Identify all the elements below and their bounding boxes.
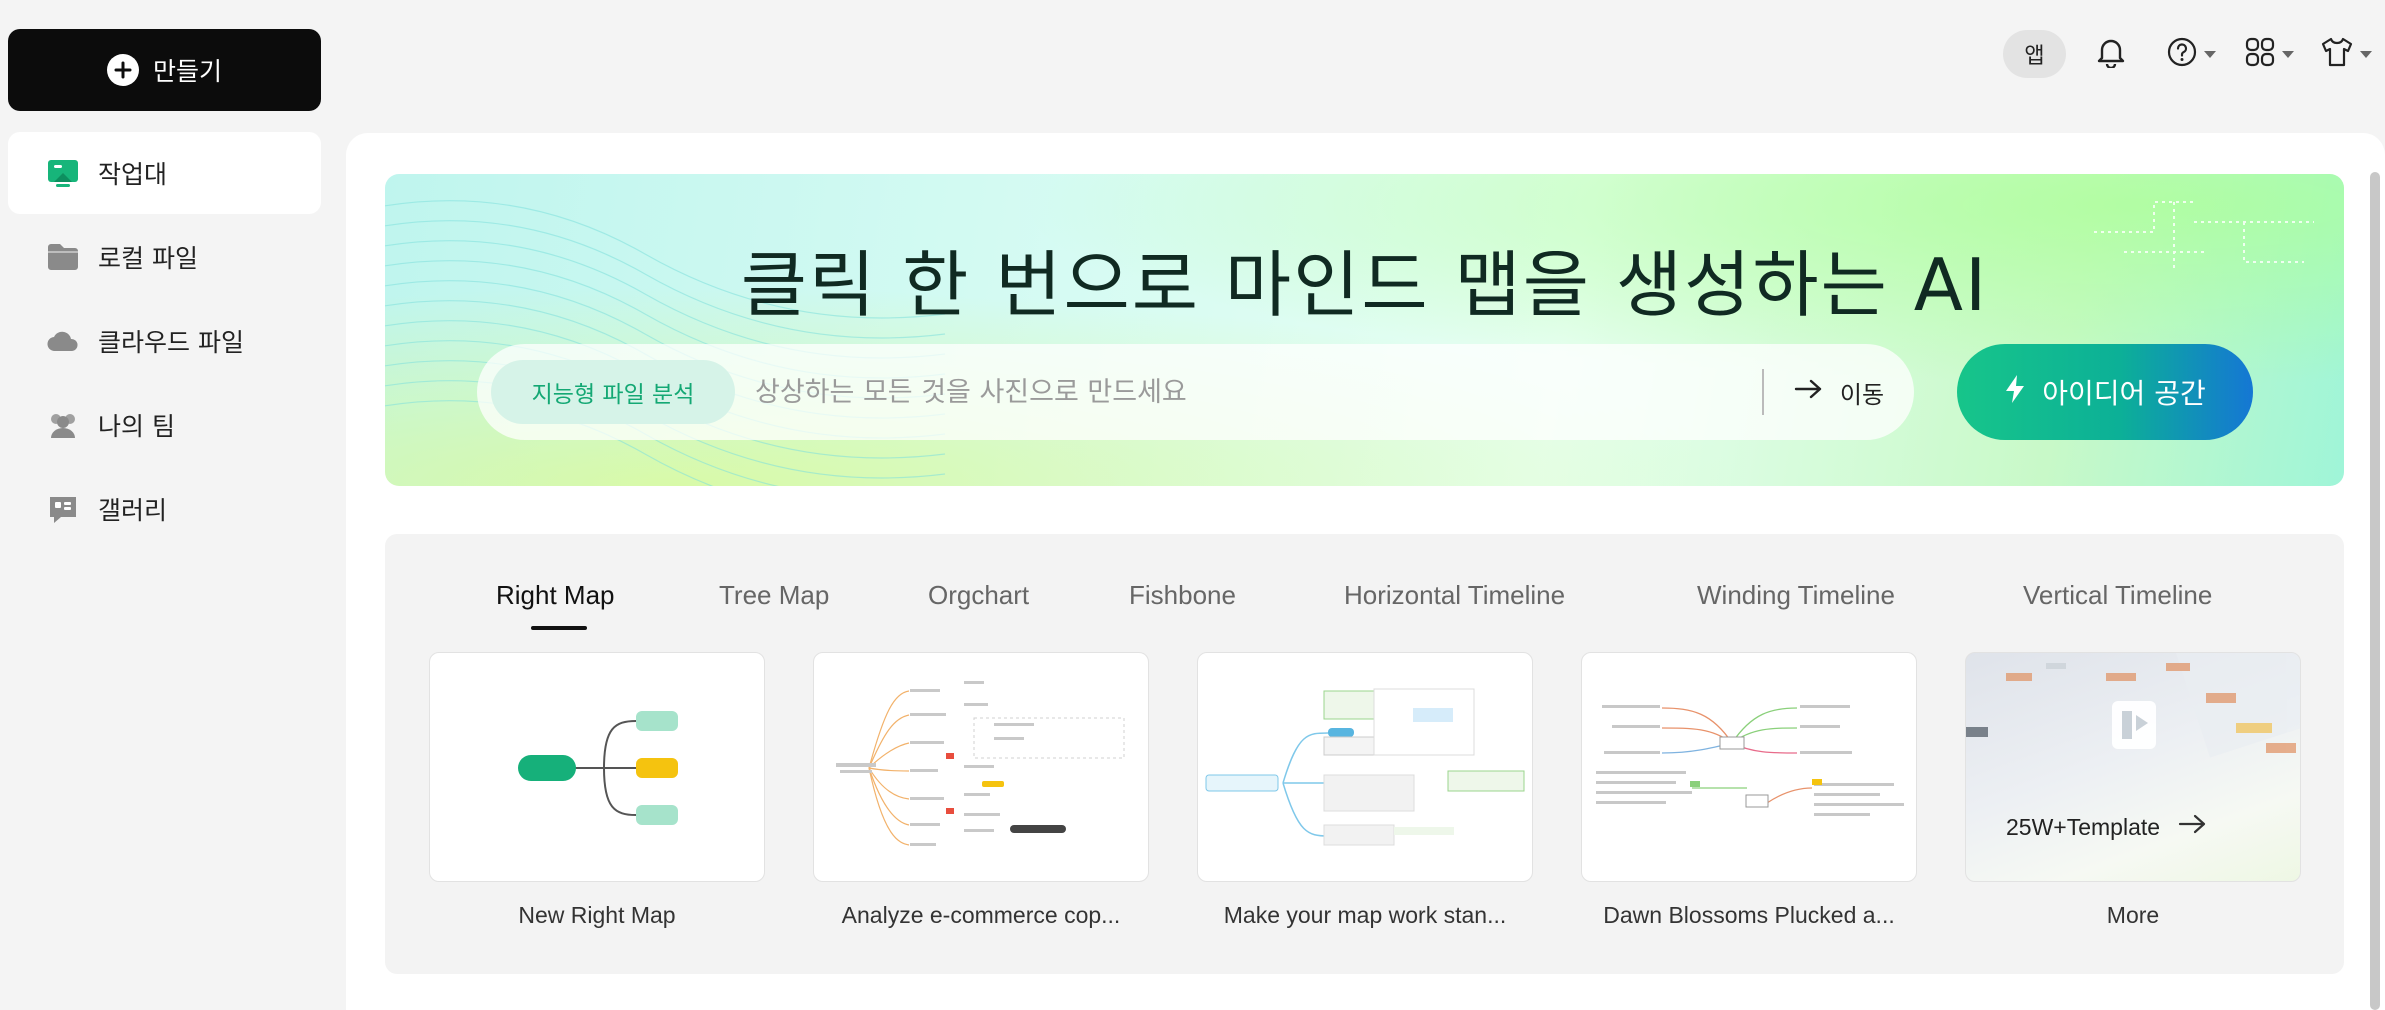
scrollbar[interactable] xyxy=(2370,172,2380,1010)
sidebar-item-gallery[interactable]: 갤러리 xyxy=(8,468,321,550)
template-card-label: Make your map work stan... xyxy=(1223,902,1507,928)
tab-right-map[interactable]: Right Map xyxy=(496,580,615,611)
shirt-icon xyxy=(2320,36,2354,72)
mindmap-preview xyxy=(1596,705,1904,816)
bell-icon xyxy=(2096,36,2126,72)
sidebar-item-workbench[interactable]: 작업대 xyxy=(8,132,321,214)
go-button[interactable]: 이동 xyxy=(1764,375,1914,410)
plus-icon xyxy=(106,54,139,86)
sidebar-nav: 작업대 로컬 파일 클라우드 파일 나의 팀 갤러리 xyxy=(8,132,321,552)
folder-icon xyxy=(46,240,80,274)
ai-prompt-input[interactable] xyxy=(755,362,1762,422)
sidebar-item-cloud-files[interactable]: 클라우드 파일 xyxy=(8,300,321,382)
template-collage-decoration xyxy=(1966,653,2300,758)
help-icon xyxy=(2166,36,2198,72)
active-tab-indicator xyxy=(531,626,587,630)
apps-button[interactable] xyxy=(2244,36,2294,72)
template-card-label: Analyze e-commerce cop... xyxy=(841,902,1121,928)
sidebar-item-local-files[interactable]: 로컬 파일 xyxy=(8,216,321,298)
template-section: Right Map Tree Map Orgchart Fishbone Hor… xyxy=(385,534,2344,974)
ai-banner: 클릭 한 번으로 마인드 맵을 생성하는 AI 지능형 파일 분석 이동 아이디… xyxy=(385,174,2344,486)
chevron-down-icon xyxy=(2360,50,2372,58)
template-card-new-right-map[interactable] xyxy=(429,652,765,882)
mindmap-preview xyxy=(836,681,1125,846)
theme-button[interactable] xyxy=(2320,36,2372,72)
sidebar-item-label: 갤러리 xyxy=(98,496,168,525)
chevron-down-icon xyxy=(2204,50,2216,58)
sidebar-item-label: 클라우드 파일 xyxy=(98,328,244,357)
right-map-preview xyxy=(518,711,678,825)
tab-tree-map[interactable]: Tree Map xyxy=(719,580,829,611)
arrow-right-icon xyxy=(2178,813,2208,841)
idea-space-label: 아이디어 공간 xyxy=(2042,377,2206,410)
template-card-ecommerce[interactable] xyxy=(813,652,1149,882)
app-button[interactable]: 앱 xyxy=(2003,30,2066,78)
chevron-down-icon xyxy=(2282,50,2294,58)
ai-search-box: 지능형 파일 분석 이동 xyxy=(477,344,1914,440)
create-button-label: 만들기 xyxy=(152,57,222,86)
gallery-icon xyxy=(46,492,80,526)
template-card-label: New Right Map xyxy=(518,902,676,928)
template-card-more[interactable]: 25W+Template xyxy=(1965,652,2301,882)
lightning-icon xyxy=(2004,374,2026,411)
sidebar-item-my-team[interactable]: 나의 팀 xyxy=(8,384,321,466)
apps-grid-icon xyxy=(2244,36,2276,72)
more-templates-link: 25W+Template xyxy=(2006,813,2208,841)
create-button[interactable]: 만들기 xyxy=(8,29,321,111)
workbench-icon xyxy=(46,156,80,190)
mindmap-preview xyxy=(1205,688,1525,846)
template-card-map-work[interactable] xyxy=(1197,652,1533,882)
help-button[interactable] xyxy=(2166,36,2216,72)
tab-fishbone[interactable]: Fishbone xyxy=(1129,580,1236,611)
go-button-label: 이동 xyxy=(1839,380,1885,409)
sidebar-item-label: 로컬 파일 xyxy=(98,244,198,273)
idea-space-button[interactable]: 아이디어 공간 xyxy=(1957,344,2253,440)
template-card-label: More xyxy=(2106,902,2160,928)
cloud-icon xyxy=(46,324,80,358)
template-card-label: Dawn Blossoms Plucked a... xyxy=(1603,902,1895,928)
template-tabs: Right Map Tree Map Orgchart Fishbone Hor… xyxy=(385,580,2344,640)
team-icon xyxy=(46,408,80,442)
tab-orgchart[interactable]: Orgchart xyxy=(928,580,1029,611)
sidebar-item-label: 작업대 xyxy=(98,160,168,189)
tab-horizontal-timeline[interactable]: Horizontal Timeline xyxy=(1344,580,1565,611)
sidebar-item-label: 나의 팀 xyxy=(98,412,175,441)
smart-file-analysis-button[interactable]: 지능형 파일 분석 xyxy=(491,360,735,424)
arrow-right-icon xyxy=(1794,378,1824,406)
more-templates-count: 25W+Template xyxy=(2006,813,2161,840)
notifications-button[interactable] xyxy=(2096,36,2126,72)
banner-title: 클릭 한 번으로 마인드 맵을 생성하는 AI xyxy=(740,243,1989,327)
tab-winding-timeline[interactable]: Winding Timeline xyxy=(1697,580,1895,611)
template-card-dawn-blossoms[interactable] xyxy=(1581,652,1917,882)
tab-vertical-timeline[interactable]: Vertical Timeline xyxy=(2023,580,2212,611)
